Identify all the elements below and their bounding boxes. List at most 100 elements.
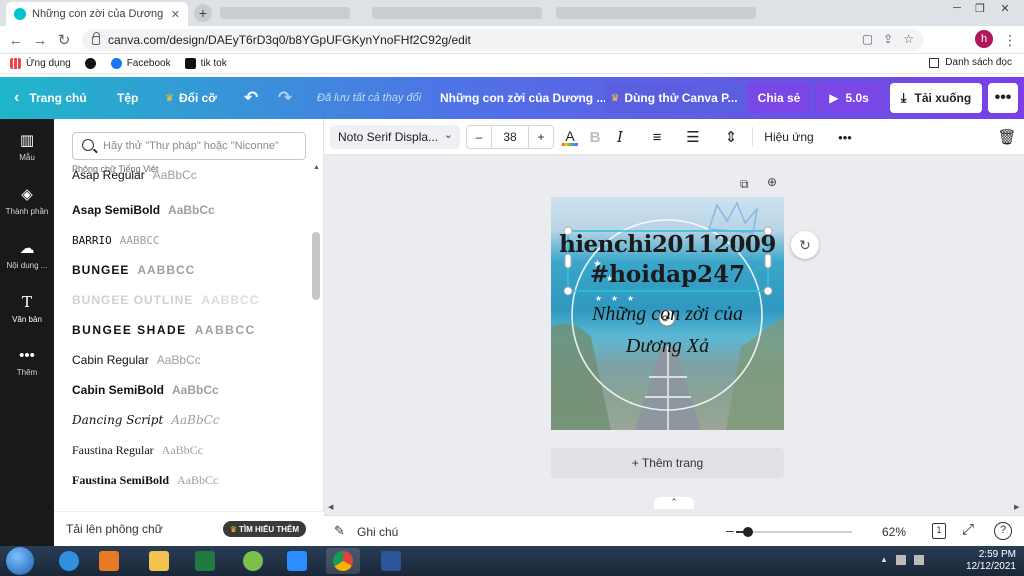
bold-icon[interactable]: B bbox=[584, 126, 606, 148]
url-field[interactable]: canva.com/design/DAEyT6rD3q0/b8YGpUFGKyn… bbox=[82, 29, 924, 51]
font-item[interactable]: Faustina Regular AaBbCc bbox=[72, 435, 308, 465]
design-script-line2[interactable]: Dương Xả bbox=[559, 335, 776, 358]
effects-button[interactable]: Hiệu ứng bbox=[764, 126, 814, 148]
notes-icon[interactable]: ✎ bbox=[334, 523, 345, 539]
share-button[interactable]: Chia sẻ bbox=[748, 83, 810, 113]
italic-icon[interactable]: I bbox=[609, 126, 631, 148]
background-tab[interactable] bbox=[556, 7, 756, 19]
design-title[interactable]: Những con zời của Dương ... bbox=[440, 77, 606, 119]
forward-icon[interactable]: → bbox=[30, 30, 50, 50]
present-button[interactable]: ▶ 5.0s bbox=[815, 83, 883, 113]
font-item[interactable]: Asap Regular AaBbCc bbox=[72, 163, 308, 187]
taskbar-word[interactable] bbox=[374, 548, 408, 574]
background-tab[interactable] bbox=[220, 7, 350, 19]
delete-icon[interactable]: 🗑 bbox=[996, 126, 1018, 148]
font-size-increase[interactable]: + bbox=[528, 125, 554, 149]
font-item[interactable]: Dancing Script AaBbCc bbox=[72, 405, 308, 435]
tray-arrow-icon[interactable]: ▲ bbox=[880, 555, 888, 567]
browser-menu-icon[interactable]: ⋮ bbox=[1002, 30, 1018, 50]
taskbar-explorer[interactable] bbox=[52, 548, 86, 574]
text-color-button[interactable]: A bbox=[559, 126, 581, 148]
network-icon[interactable] bbox=[895, 555, 906, 565]
collapse-icon[interactable]: ⌃ bbox=[654, 497, 694, 509]
font-item[interactable]: Asap SemiBold AaBbCc bbox=[72, 195, 308, 225]
panel-scrollbar[interactable] bbox=[312, 232, 320, 300]
font-family-select[interactable]: Noto Serif Displa... ⌄ bbox=[330, 125, 460, 149]
learn-more-badge[interactable]: ♛ TÌM HIỂU THÊM bbox=[222, 521, 306, 537]
taskbar-clock[interactable]: 2:59 PM 12/12/2021 bbox=[966, 549, 1016, 573]
redo-icon[interactable]: ↷ bbox=[278, 77, 292, 119]
background-tab[interactable] bbox=[372, 7, 542, 19]
font-item[interactable]: BUNGEE OUTLINE AABBCC bbox=[72, 285, 308, 315]
taskbar-chrome[interactable] bbox=[326, 548, 360, 574]
minimize-icon[interactable]: ─ bbox=[945, 0, 969, 16]
toolbar-more-icon[interactable]: ••• bbox=[834, 126, 856, 148]
font-item[interactable]: Cabin Regular AaBbCc bbox=[72, 345, 308, 375]
bookmark-github[interactable] bbox=[84, 58, 101, 69]
font-item[interactable]: Faustina SemiBold AaBbCc bbox=[72, 465, 308, 495]
try-pro-button[interactable]: ♛ Dùng thử Canva P... bbox=[605, 83, 743, 113]
file-menu[interactable]: Tệp bbox=[117, 77, 138, 119]
undo-icon[interactable]: ↶ bbox=[244, 77, 258, 119]
volume-icon[interactable] bbox=[913, 555, 924, 565]
help-icon[interactable]: ? bbox=[994, 522, 1012, 540]
fullscreen-icon[interactable]: ⤢ bbox=[962, 521, 974, 538]
share-page-icon[interactable]: ⇪ bbox=[883, 32, 893, 46]
scroll-right-icon[interactable]: ▶ bbox=[1014, 503, 1019, 511]
more-options-button[interactable]: ••• bbox=[988, 83, 1018, 113]
font-item[interactable]: BUNGEE SHADE AABBCC bbox=[72, 315, 308, 345]
duplicate-page-icon[interactable]: ⧉ bbox=[740, 177, 749, 192]
reading-list[interactable]: Danh sách đọc bbox=[929, 57, 1012, 68]
spacing-icon[interactable]: ⇕ bbox=[720, 126, 742, 148]
taskbar-excel[interactable] bbox=[188, 548, 222, 574]
rail-uploads[interactable]: ☁ Nội dung ... bbox=[0, 227, 54, 281]
font-search-input[interactable]: Hãy thử "Thư pháp" hoặc "Niconne" bbox=[72, 132, 306, 160]
bookmark-apps[interactable]: Ứng dụng bbox=[10, 58, 71, 69]
bookmark-tiktok[interactable]: tik tok bbox=[184, 58, 227, 69]
page-count-button[interactable]: 1 bbox=[932, 523, 946, 539]
rail-elements[interactable]: ◈ Thành phần bbox=[0, 173, 54, 227]
rotate-page-button[interactable]: ↻ bbox=[791, 231, 819, 259]
taskbar-folder[interactable] bbox=[142, 548, 176, 574]
notes-button[interactable]: Ghi chú bbox=[357, 525, 398, 539]
browser-tab-active[interactable]: Những con zời của Dương Xả - L ✕ bbox=[6, 2, 188, 26]
zoom-level[interactable]: 62% bbox=[882, 525, 906, 539]
font-size-field[interactable]: 38 bbox=[491, 125, 529, 149]
taskbar-zoom[interactable] bbox=[280, 548, 314, 574]
taskbar-app[interactable] bbox=[236, 548, 270, 574]
design-page[interactable]: ★ ★ ★ ★ ★ ⟳ hienchi20112009 #hoidap247 N… bbox=[551, 197, 784, 430]
upload-font-row[interactable]: Tải lên phông chữ ♛ TÌM HIỂU THÊM bbox=[54, 511, 324, 546]
tab-close-icon[interactable]: ✕ bbox=[171, 8, 180, 21]
new-tab-button[interactable]: + bbox=[194, 4, 212, 22]
maximize-icon[interactable]: ❐ bbox=[968, 0, 992, 16]
font-item[interactable]: BARRIO AABBCC bbox=[72, 225, 308, 255]
reload-icon[interactable]: ↻ bbox=[54, 30, 74, 50]
add-page-button[interactable]: + Thêm trang bbox=[551, 448, 784, 478]
profile-avatar[interactable]: h bbox=[975, 30, 993, 48]
download-button[interactable]: ⤓ Tải xuống bbox=[890, 83, 982, 113]
list-icon[interactable]: ☰ bbox=[682, 126, 704, 148]
design-script-line1[interactable]: Những con zời của bbox=[559, 303, 776, 326]
home-button[interactable]: ‹ Trang chủ bbox=[14, 77, 87, 119]
save-page-icon[interactable]: ▢ bbox=[862, 32, 873, 46]
font-size-decrease[interactable]: – bbox=[466, 125, 492, 149]
rail-more[interactable]: ••• Thêm bbox=[0, 335, 54, 389]
add-page-icon[interactable]: ⊕ bbox=[767, 175, 777, 189]
zoom-minus-icon[interactable]: – bbox=[726, 522, 734, 538]
back-icon[interactable]: ← bbox=[6, 30, 26, 50]
font-item[interactable]: Cabin SemiBold AaBbCc bbox=[72, 375, 308, 405]
taskbar-media[interactable] bbox=[92, 548, 126, 574]
start-button[interactable] bbox=[6, 547, 34, 575]
rail-text[interactable]: T Văn bản bbox=[0, 281, 54, 335]
bookmark-facebook[interactable]: Facebook bbox=[110, 58, 171, 69]
align-center-icon[interactable]: ≡ bbox=[646, 126, 668, 148]
scroll-up-icon[interactable]: ▲ bbox=[313, 164, 320, 171]
close-window-icon[interactable]: ✕ bbox=[993, 0, 1017, 16]
horizontal-scrollbar[interactable]: ◀ ⌃ ▶ bbox=[324, 497, 1024, 515]
design-text-line1[interactable]: hienchi20112009 bbox=[559, 231, 776, 259]
font-item[interactable]: BUNGEE AABBCC bbox=[72, 255, 308, 285]
design-text-line2[interactable]: #hoidap247 bbox=[559, 261, 776, 289]
zoom-slider-handle[interactable] bbox=[743, 527, 753, 537]
bookmark-star-icon[interactable]: ☆ bbox=[903, 32, 914, 46]
resize-button[interactable]: ♛ Đổi cỡ bbox=[165, 77, 217, 119]
